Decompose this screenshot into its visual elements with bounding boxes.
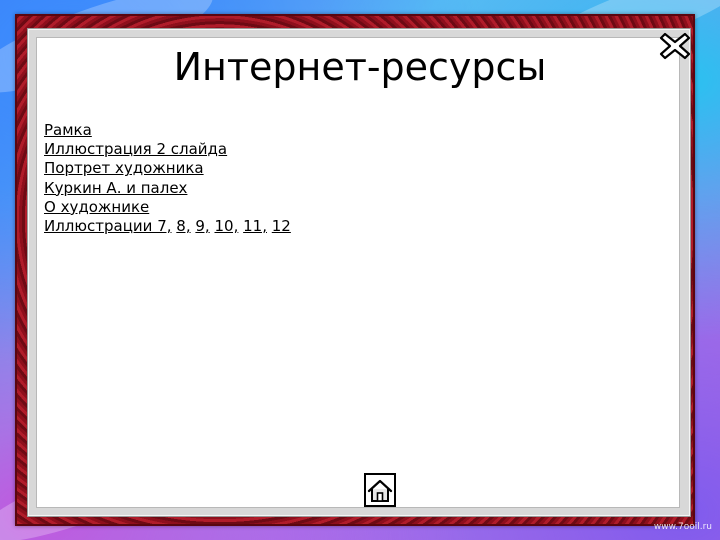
link-frame[interactable]: Рамка	[44, 121, 92, 139]
home-icon	[367, 479, 393, 502]
link-kurkin-palekh[interactable]: Куркин А. и палех	[44, 179, 187, 197]
link-row: Портрет художника	[44, 159, 291, 178]
slide-title: Интернет-ресурсы	[173, 45, 547, 89]
link-illustration-12[interactable]: 12	[272, 217, 291, 235]
link-artist-portrait[interactable]: Портрет художника	[44, 159, 204, 177]
link-illustration-7[interactable]: Иллюстрации 7,	[44, 217, 172, 235]
resource-links: Рамка Иллюстрация 2 слайда Портрет худож…	[44, 121, 291, 236]
close-button[interactable]	[659, 31, 691, 61]
link-row: О художнике	[44, 198, 291, 217]
link-row: Рамка	[44, 121, 291, 140]
link-row: Иллюстрация 2 слайда	[44, 140, 291, 159]
link-illustration-8[interactable]: 8,	[176, 217, 190, 235]
link-illustration-10[interactable]: 10,	[214, 217, 238, 235]
illustrations-row: Иллюстрации 7, 8, 9, 10, 11, 12	[44, 217, 291, 236]
link-about-artist[interactable]: О художнике	[44, 198, 149, 216]
home-button[interactable]	[364, 473, 396, 507]
link-slide-2-illustration[interactable]: Иллюстрация 2 слайда	[44, 140, 227, 158]
watermark: www.7ooil.ru	[653, 522, 712, 532]
slide-panel	[36, 37, 680, 508]
close-x-icon	[659, 32, 691, 60]
link-illustration-11[interactable]: 11,	[243, 217, 267, 235]
link-row: Куркин А. и палех	[44, 179, 291, 198]
link-illustration-9[interactable]: 9,	[195, 217, 209, 235]
